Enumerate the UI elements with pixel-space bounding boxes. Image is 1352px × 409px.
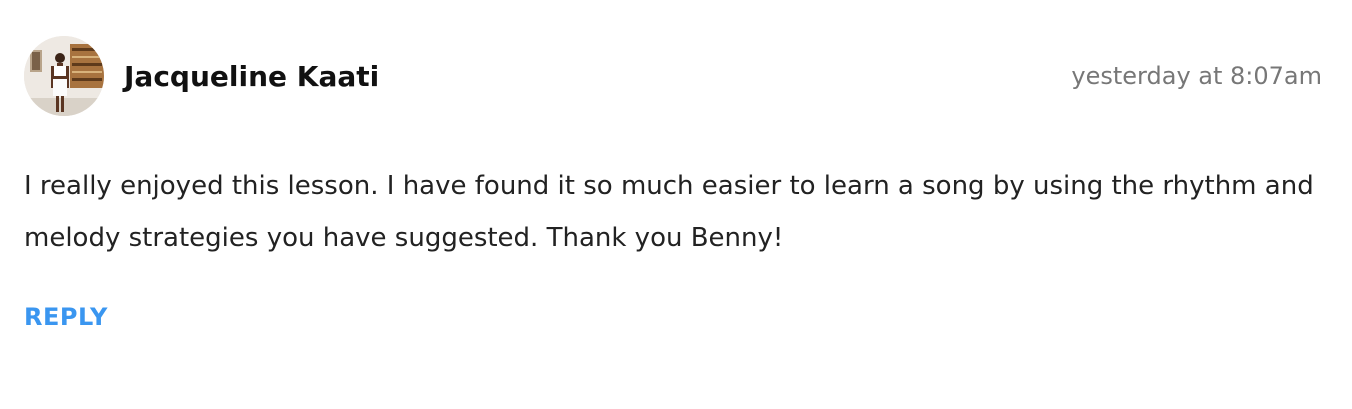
author-name: Jacqueline Kaati (124, 60, 380, 93)
comment-body: I really enjoyed this lesson. I have fou… (24, 171, 1314, 253)
avatar[interactable] (24, 36, 104, 116)
reply-button[interactable]: REPLY (24, 299, 108, 335)
comment-timestamp[interactable]: yesterday at 8:07am (1071, 58, 1322, 94)
comment-card: Jacqueline Kaati yesterday at 8:07am I r… (0, 0, 1352, 409)
avatar-photo (24, 36, 104, 116)
